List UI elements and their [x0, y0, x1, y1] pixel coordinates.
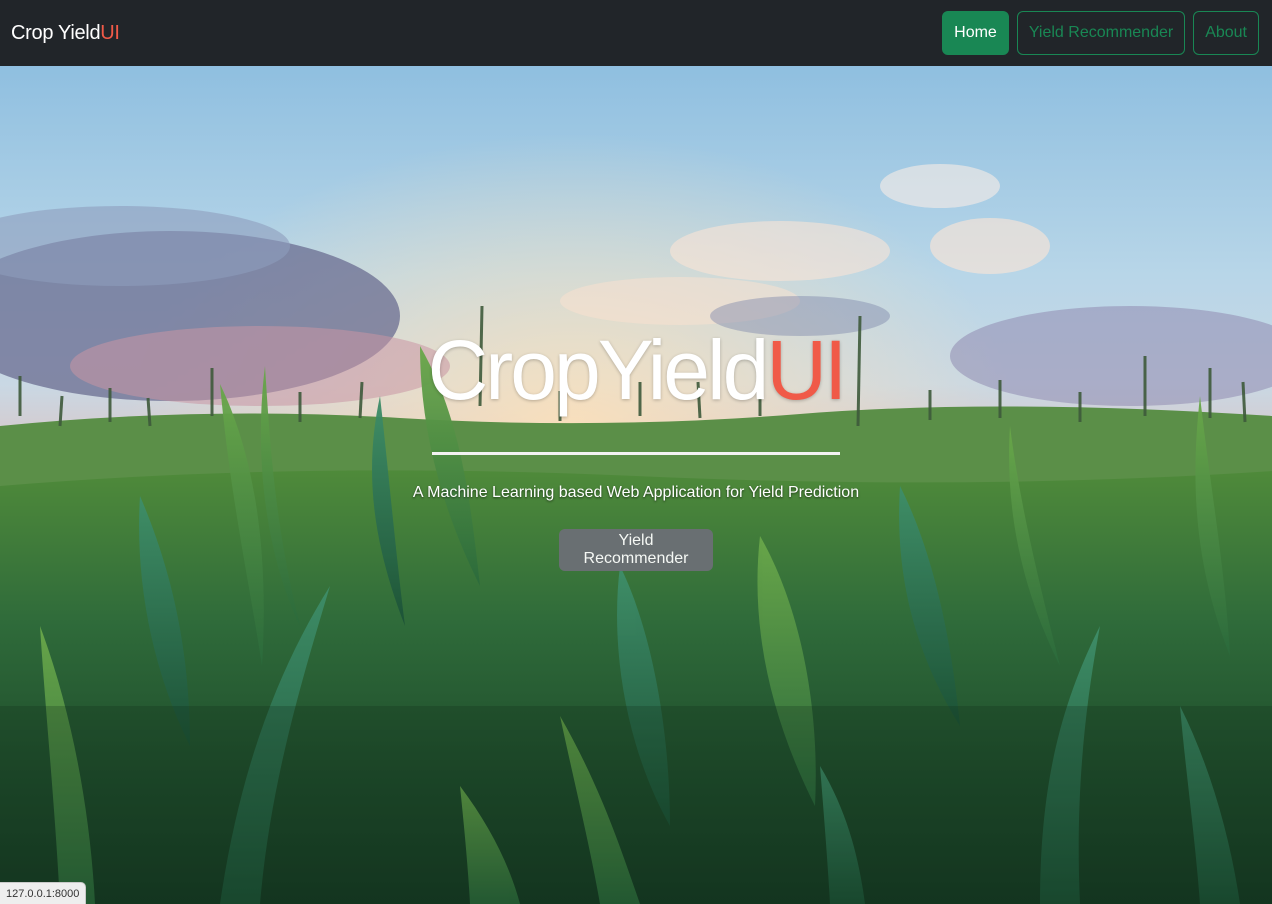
navbar: Crop Yield UI Home Yield Recommender Abou…	[0, 0, 1272, 66]
status-bar-url: 127.0.0.1:8000	[0, 882, 87, 904]
hero-title-suffix: UI	[766, 323, 847, 417]
hero-subtitle: A Machine Learning based Web Application…	[412, 484, 860, 501]
nav-buttons: Home Yield Recommender About	[942, 11, 1261, 55]
nav-home-button[interactable]: Home	[942, 11, 1009, 55]
hero-section: CropYieldUI A Machine Learning based Web…	[0, 66, 1272, 904]
brand-suffix: UI	[100, 21, 120, 44]
brand-prefix: Crop Yield	[11, 21, 101, 44]
brand-logo[interactable]: Crop Yield UI	[11, 22, 120, 45]
hero-content: CropYieldUI A Machine Learning based Web…	[0, 66, 1272, 904]
hero-divider	[432, 452, 840, 455]
hero-title-prefix: CropYield	[427, 323, 770, 417]
nav-yield-recommender-button[interactable]: Yield Recommender	[1016, 11, 1186, 55]
yield-recommender-cta-button[interactable]: Yield Recommender	[559, 529, 713, 571]
hero-title: CropYieldUI	[0, 328, 1272, 412]
nav-about-button[interactable]: About	[1193, 11, 1259, 55]
